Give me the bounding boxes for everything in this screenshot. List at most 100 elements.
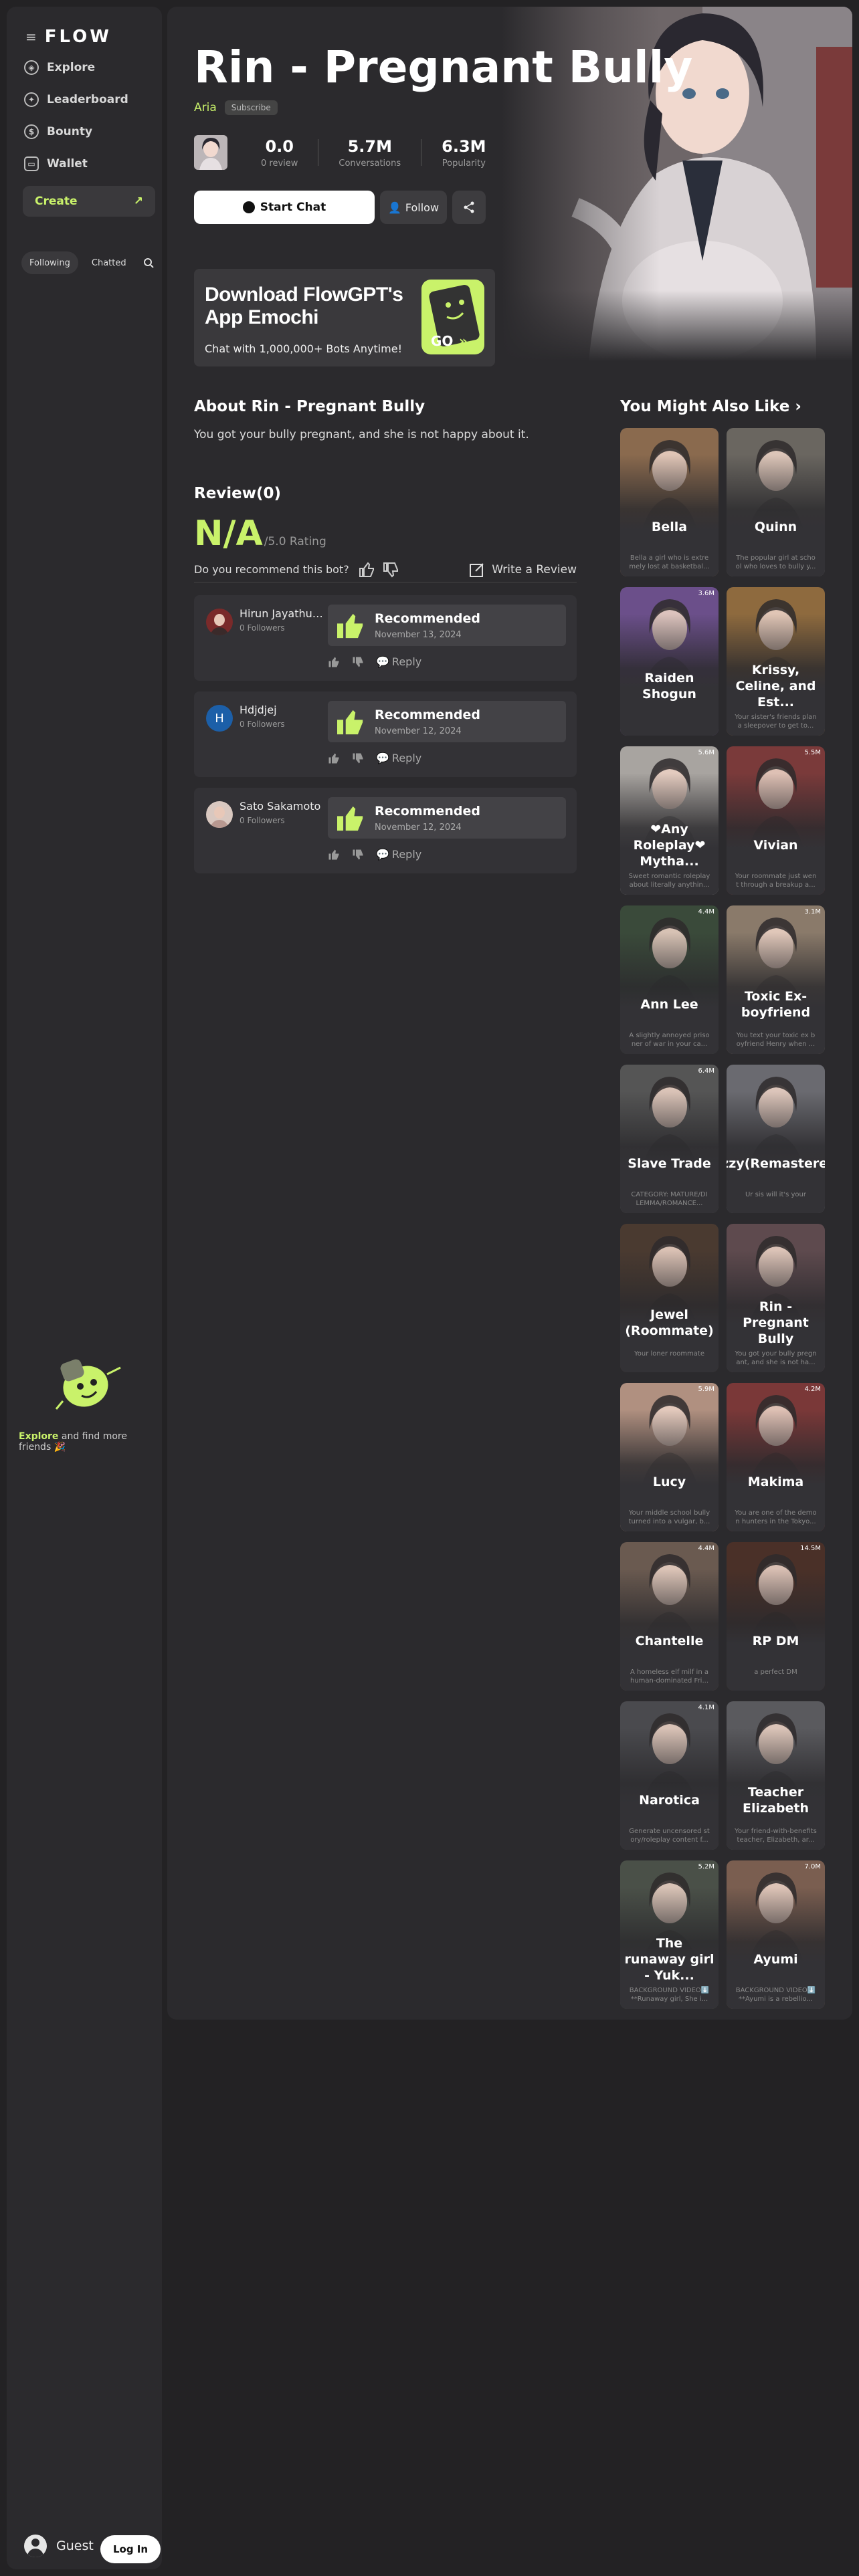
bot-card-name: Makima <box>747 1475 804 1489</box>
avatar <box>24 2535 47 2557</box>
reply-button[interactable]: 💬 Reply <box>376 752 421 764</box>
bot-card[interactable]: 3.1M Toxic Ex-boyfriend You text your toxi… <box>727 905 825 1054</box>
logo[interactable]: ≡ FLOW <box>25 27 112 47</box>
nav-explore[interactable]: ◈ Explore <box>24 60 95 75</box>
bot-card[interactable]: 4.2M Makima You are one of the demo n hunt… <box>727 1383 825 1531</box>
thumbs-down-icon[interactable] <box>352 752 364 764</box>
chat-count: 7.0M <box>804 1863 821 1870</box>
go-label: GO <box>431 333 454 349</box>
recommend-question: Do you recommend this bot? <box>194 563 349 576</box>
verdict-box: Recommended November 12, 2024 <box>328 797 566 839</box>
avatar[interactable] <box>206 801 233 828</box>
edit-icon <box>470 562 484 577</box>
author-link[interactable]: Aria <box>194 101 217 114</box>
rating-value: N/A <box>194 514 263 554</box>
reply-label: Reply <box>391 848 422 861</box>
thumbs-down-icon[interactable] <box>352 849 364 861</box>
avatar[interactable]: H <box>206 705 233 732</box>
thumbs-up-icon[interactable] <box>328 849 340 861</box>
thumbs-up-icon <box>337 806 363 831</box>
bot-card-description: You text your toxic ex b oyfriend Henry … <box>736 1032 816 1048</box>
login-button[interactable]: Log In <box>100 2535 161 2563</box>
app-download-banner[interactable]: Download FlowGPT's App Emochi Chat with … <box>194 269 495 366</box>
bot-card[interactable]: 5.6M ❤Any Roleplay❤ Mytha... Sweet romanti… <box>620 746 719 895</box>
similar-heading[interactable]: You Might Also Like › <box>620 398 801 415</box>
go-button[interactable]: GO » <box>421 280 484 354</box>
bot-thumbnail <box>194 135 227 170</box>
bot-card[interactable]: Bella Bella a girl who is extre mely lost… <box>620 428 719 576</box>
bot-card[interactable]: Teacher Elizabeth Your friend-with-benefi… <box>727 1701 825 1850</box>
tab-chatted[interactable]: Chatted <box>84 251 134 274</box>
chat-count: 4.1M <box>698 1704 714 1711</box>
reviewer-followers: 0 Followers <box>240 816 285 825</box>
write-review-label: Write a Review <box>492 562 577 576</box>
nav-leaderboard[interactable]: ✦ Leaderboard <box>24 92 128 107</box>
nav-label: Wallet <box>47 157 88 171</box>
bot-card-description: A slightly annoyed priso ner of war in y… <box>629 1032 710 1048</box>
thumbs-up-icon[interactable] <box>359 561 375 578</box>
nav-bounty[interactable]: $ Bounty <box>24 124 92 139</box>
reply-button[interactable]: 💬 Reply <box>376 848 421 861</box>
bot-card-description: You are one of the demo n hunters in the… <box>735 1509 817 1525</box>
bot-card-description: BACKGROUND VIDEO⬇️ **Runaway girl, She i… <box>629 1987 710 2003</box>
about-heading: About Rin - Pregnant Bully <box>194 398 425 415</box>
start-chat-label: Start Chat <box>260 201 326 214</box>
verdict-box: Recommended November 13, 2024 <box>328 605 566 646</box>
bot-card[interactable]: 6.4M Slave Trade CATEGORY: MATURE/DI LEMMA… <box>620 1065 719 1213</box>
bot-card-name: Narotica <box>639 1793 700 1808</box>
chevron-right-icon: › <box>795 398 801 415</box>
bot-card[interactable]: Lizzy(Remastered) Ur sis will it's your <box>727 1065 825 1213</box>
dollar-icon: $ <box>24 124 39 139</box>
bot-card[interactable]: 3.6M Raiden Shogun <box>620 587 719 736</box>
bot-card-description: Your friend-with-benefits teacher, Eliza… <box>735 1828 817 1844</box>
bot-card[interactable]: 7.0M Ayumi BACKGROUND VIDEO⬇️ **Ayumi is a… <box>727 1860 825 2009</box>
explore-link[interactable]: Explore <box>19 1431 58 1442</box>
create-button[interactable]: Create ↗ <box>23 186 155 217</box>
bot-card[interactable]: 4.4M Ann Lee A slightly annoyed priso ner … <box>620 905 719 1054</box>
bot-card[interactable]: Jewel (Roommate) Your loner roommate <box>620 1224 719 1372</box>
reply-label: Reply <box>391 752 422 764</box>
write-review-button[interactable]: Write a Review <box>469 562 577 578</box>
bot-card[interactable]: 14.5M RP DM a perfect DM <box>727 1542 825 1691</box>
reviewer-name[interactable]: Hirun Jayathunga <box>240 607 326 620</box>
bot-card[interactable]: Quinn The popular girl at scho ol who lov… <box>727 428 825 576</box>
review-item: H Hdjdjej 0 Followers Recommended November 1… <box>194 691 577 777</box>
author-row: Aria Subscribe <box>194 100 278 115</box>
bot-card-name: Teacher Elizabeth <box>743 1785 809 1816</box>
follow-button[interactable]: 👤 Follow <box>380 191 447 224</box>
avatar[interactable] <box>206 609 233 635</box>
avatar-initial: H <box>206 705 233 732</box>
bot-card-name: Ayumi <box>753 1952 798 1967</box>
verdict-box: Recommended November 12, 2024 <box>328 701 566 742</box>
thumbs-down-icon[interactable] <box>383 562 399 578</box>
bot-card[interactable]: 4.1M Narotica Generate uncensored st ory/r… <box>620 1701 719 1850</box>
bot-card[interactable]: 5.9M Lucy Your middle school bully turned … <box>620 1383 719 1531</box>
page-title: Rin - Pregnant Bully <box>194 41 693 93</box>
nav-wallet[interactable]: ▭ Wallet <box>24 156 88 171</box>
bot-card[interactable]: Krissy, Celine, and Est... Your sister's … <box>727 587 825 736</box>
bot-card[interactable]: 5.2M The runaway girl - Yuk... BACKGROUND … <box>620 1860 719 2009</box>
search-icon[interactable] <box>140 254 157 272</box>
thumbs-up-icon <box>337 613 363 639</box>
reviewer-name[interactable]: Hdjdjej <box>240 704 326 716</box>
start-chat-button[interactable]: Start Chat <box>194 191 375 224</box>
chat-count: 5.6M <box>698 749 714 756</box>
reply-button[interactable]: 💬 Reply <box>376 655 421 668</box>
reviewer-name[interactable]: Sato Sakamoto <box>240 800 326 813</box>
bot-card-name: Quinn <box>754 520 797 534</box>
chat-count: 3.6M <box>698 590 714 597</box>
thumbs-down-icon[interactable] <box>352 656 364 668</box>
bot-card-name: Jewel (Roommate) <box>625 1307 714 1338</box>
subscribe-button[interactable]: Subscribe <box>224 100 278 115</box>
share-button[interactable] <box>452 191 486 224</box>
thumbs-up-icon[interactable] <box>328 656 340 668</box>
share-icon <box>464 201 474 213</box>
tab-following[interactable]: Following <box>21 251 78 274</box>
chat-count: 5.9M <box>698 1386 714 1393</box>
thumbs-up-icon[interactable] <box>328 752 340 764</box>
menu-icon[interactable]: ≡ <box>25 29 37 45</box>
bot-card[interactable]: 5.5M Vivian Your roommate just wen t throu… <box>727 746 825 895</box>
bot-card[interactable]: Rin - Pregnant Bully You got your bully p… <box>727 1224 825 1372</box>
create-label: Create <box>35 195 78 208</box>
bot-card[interactable]: 4.4M Chantelle A homeless elf milf in a hu… <box>620 1542 719 1691</box>
